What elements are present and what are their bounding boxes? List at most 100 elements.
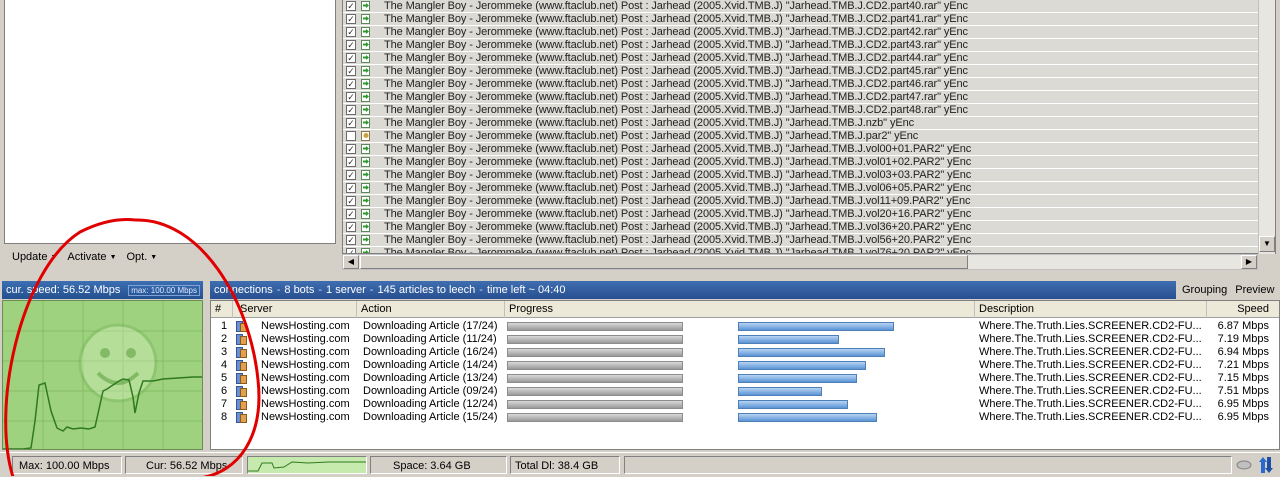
- download-arrow-icon: [360, 118, 371, 128]
- tab-grouping[interactable]: Grouping: [1182, 284, 1227, 296]
- connection-description: Where.The.Truth.Lies.SCREENER.CD2-FU...: [979, 320, 1202, 332]
- server-icon: [236, 347, 247, 358]
- connection-action: Downloading Article (17/24): [363, 320, 498, 332]
- article-checkbox[interactable]: [346, 131, 356, 141]
- transfer-arrows-icon[interactable]: [1258, 456, 1274, 474]
- article-checkbox[interactable]: ✓: [346, 105, 356, 115]
- article-row[interactable]: ✓ The Mangler Boy - Jerommeke (www.ftaclu…: [343, 13, 1275, 26]
- article-checkbox[interactable]: ✓: [346, 92, 356, 102]
- connection-row[interactable]: 8 NewsHosting.com Downloading Article (15/…: [211, 411, 1279, 424]
- article-subject: The Mangler Boy - Jerommeke (www.ftaclub…: [384, 52, 968, 64]
- article-row[interactable]: ✓ The Mangler Boy - Jerommeke (www.ftaclu…: [343, 234, 1275, 247]
- connection-row[interactable]: 3 NewsHosting.com Downloading Article (16/…: [211, 346, 1279, 359]
- article-checkbox[interactable]: ✓: [346, 196, 356, 206]
- article-row[interactable]: ✓ The Mangler Boy - Jerommeke (www.ftaclu…: [343, 182, 1275, 195]
- article-progress-bar: [738, 374, 857, 383]
- article-checkbox[interactable]: ✓: [346, 209, 356, 219]
- connection-row[interactable]: 5 NewsHosting.com Downloading Article (13/…: [211, 372, 1279, 385]
- article-row[interactable]: ✓ The Mangler Boy - Jerommeke (www.ftaclu…: [343, 156, 1275, 169]
- article-row[interactable]: ✓ The Mangler Boy - Jerommeke (www.ftaclu…: [343, 221, 1275, 234]
- article-list[interactable]: ✓ The Mangler Boy - Jerommeke (www.ftaclu…: [342, 0, 1276, 254]
- connection-description: Where.The.Truth.Lies.SCREENER.CD2-FU...: [979, 372, 1202, 384]
- connection-action: Downloading Article (12/24): [363, 398, 498, 410]
- download-arrow-icon: [360, 157, 371, 167]
- column-header-num[interactable]: #: [211, 301, 233, 318]
- scroll-down-icon[interactable]: ▼: [1259, 236, 1275, 252]
- connection-server: NewsHosting.com: [261, 346, 350, 358]
- article-checkbox[interactable]: ✓: [346, 40, 356, 50]
- article-row[interactable]: ✓ The Mangler Boy - Jerommeke (www.ftaclu…: [343, 143, 1275, 156]
- update-menu-button[interactable]: Update ▼: [12, 251, 57, 263]
- connection-row[interactable]: 1 NewsHosting.com Downloading Article (17/…: [211, 320, 1279, 333]
- article-row[interactable]: ✓ The Mangler Boy - Jerommeke (www.ftaclu…: [343, 39, 1275, 52]
- article-row[interactable]: ✓ The Mangler Boy - Jerommeke (www.ftaclu…: [343, 208, 1275, 221]
- article-checkbox[interactable]: ✓: [346, 14, 356, 24]
- article-subject: The Mangler Boy - Jerommeke (www.ftaclub…: [384, 26, 968, 38]
- article-row[interactable]: The Mangler Boy - Jerommeke (www.ftaclub…: [343, 130, 1275, 143]
- tab-preview[interactable]: Preview: [1235, 284, 1274, 296]
- article-progress-bar: [738, 322, 894, 331]
- article-checkbox[interactable]: ✓: [346, 79, 356, 89]
- article-row[interactable]: ✓ The Mangler Boy - Jerommeke (www.ftaclu…: [343, 78, 1275, 91]
- server-icon: [236, 386, 247, 397]
- download-arrow-icon: [360, 53, 371, 63]
- article-checkbox[interactable]: ✓: [346, 183, 356, 193]
- activate-menu-button[interactable]: Activate ▼: [67, 251, 116, 263]
- scroll-thumb[interactable]: [360, 255, 968, 269]
- article-checkbox[interactable]: ✓: [346, 144, 356, 154]
- smiley-watermark-icon: [78, 323, 158, 403]
- connection-row[interactable]: 2 NewsHosting.com Downloading Article (11/…: [211, 333, 1279, 346]
- article-list-horizontal-scrollbar[interactable]: ◀ ▶: [342, 254, 1258, 270]
- article-list-vertical-scrollbar[interactable]: ▼: [1258, 0, 1275, 254]
- article-checkbox[interactable]: ✓: [346, 1, 356, 11]
- connection-row[interactable]: 7 NewsHosting.com Downloading Article (12/…: [211, 398, 1279, 411]
- article-checkbox[interactable]: ✓: [346, 118, 356, 128]
- connection-action: Downloading Article (15/24): [363, 411, 498, 423]
- connection-number: 3: [221, 346, 228, 358]
- download-arrow-icon: [360, 196, 371, 206]
- article-row[interactable]: ✓ The Mangler Boy - Jerommeke (www.ftaclu…: [343, 247, 1275, 253]
- scroll-left-icon[interactable]: ◀: [343, 255, 359, 269]
- dropdown-arrow-icon: ▼: [109, 253, 117, 261]
- scroll-right-icon[interactable]: ▶: [1241, 255, 1257, 269]
- article-subject: The Mangler Boy - Jerommeke (www.ftaclub…: [384, 65, 968, 77]
- article-checkbox[interactable]: ✓: [346, 53, 356, 63]
- opt-menu-button[interactable]: Opt. ▼: [127, 251, 158, 263]
- left-toolbar: Update ▼ Activate ▼ Opt. ▼: [4, 246, 336, 268]
- connection-server: NewsHosting.com: [261, 372, 350, 384]
- column-header-description[interactable]: Description: [975, 301, 1207, 318]
- article-row[interactable]: ✓ The Mangler Boy - Jerommeke (www.ftaclu…: [343, 195, 1275, 208]
- column-header-progress[interactable]: Progress: [505, 301, 975, 318]
- connection-action: Downloading Article (16/24): [363, 346, 498, 358]
- article-row[interactable]: ✓ The Mangler Boy - Jerommeke (www.ftaclu…: [343, 52, 1275, 65]
- group-tree-list[interactable]: [4, 0, 336, 244]
- column-header-speed[interactable]: Speed: [1207, 301, 1279, 318]
- connections-title: connections: [214, 284, 273, 296]
- connection-description: Where.The.Truth.Lies.SCREENER.CD2-FU...: [979, 359, 1202, 371]
- article-row[interactable]: ✓ The Mangler Boy - Jerommeke (www.ftaclu…: [343, 91, 1275, 104]
- connection-speed: 6.95 Mbps: [1217, 398, 1269, 410]
- article-checkbox[interactable]: ✓: [346, 66, 356, 76]
- tray-disk-icon[interactable]: [1236, 458, 1252, 472]
- article-row[interactable]: ✓ The Mangler Boy - Jerommeke (www.ftaclu…: [343, 169, 1275, 182]
- article-row[interactable]: ✓ The Mangler Boy - Jerommeke (www.ftaclu…: [343, 104, 1275, 117]
- article-row[interactable]: ✓ The Mangler Boy - Jerommeke (www.ftaclu…: [343, 117, 1275, 130]
- connection-row[interactable]: 4 NewsHosting.com Downloading Article (14/…: [211, 359, 1279, 372]
- article-row[interactable]: ✓ The Mangler Boy - Jerommeke (www.ftaclu…: [343, 26, 1275, 39]
- connection-server: NewsHosting.com: [261, 398, 350, 410]
- article-checkbox[interactable]: ✓: [346, 222, 356, 232]
- article-row[interactable]: ✓ The Mangler Boy - Jerommeke (www.ftaclu…: [343, 65, 1275, 78]
- article-checkbox[interactable]: ✓: [346, 157, 356, 167]
- speed-graph: [2, 300, 203, 450]
- article-subject: The Mangler Boy - Jerommeke (www.ftaclub…: [384, 91, 968, 103]
- article-checkbox[interactable]: ✓: [346, 27, 356, 37]
- column-header-server[interactable]: Server: [233, 301, 357, 318]
- column-header-action[interactable]: Action: [357, 301, 505, 318]
- status-bar: Max: 100.00 Mbps Cur: 56.52 Mbps Space: …: [0, 452, 1280, 476]
- article-checkbox[interactable]: ✓: [346, 235, 356, 245]
- article-row[interactable]: ✓ The Mangler Boy - Jerommeke (www.ftaclu…: [343, 0, 1275, 13]
- article-checkbox[interactable]: ✓: [346, 170, 356, 180]
- article-subject: The Mangler Boy - Jerommeke (www.ftaclub…: [384, 208, 972, 220]
- connection-row[interactable]: 6 NewsHosting.com Downloading Article (09/…: [211, 385, 1279, 398]
- segment-progress-bar: [507, 374, 683, 383]
